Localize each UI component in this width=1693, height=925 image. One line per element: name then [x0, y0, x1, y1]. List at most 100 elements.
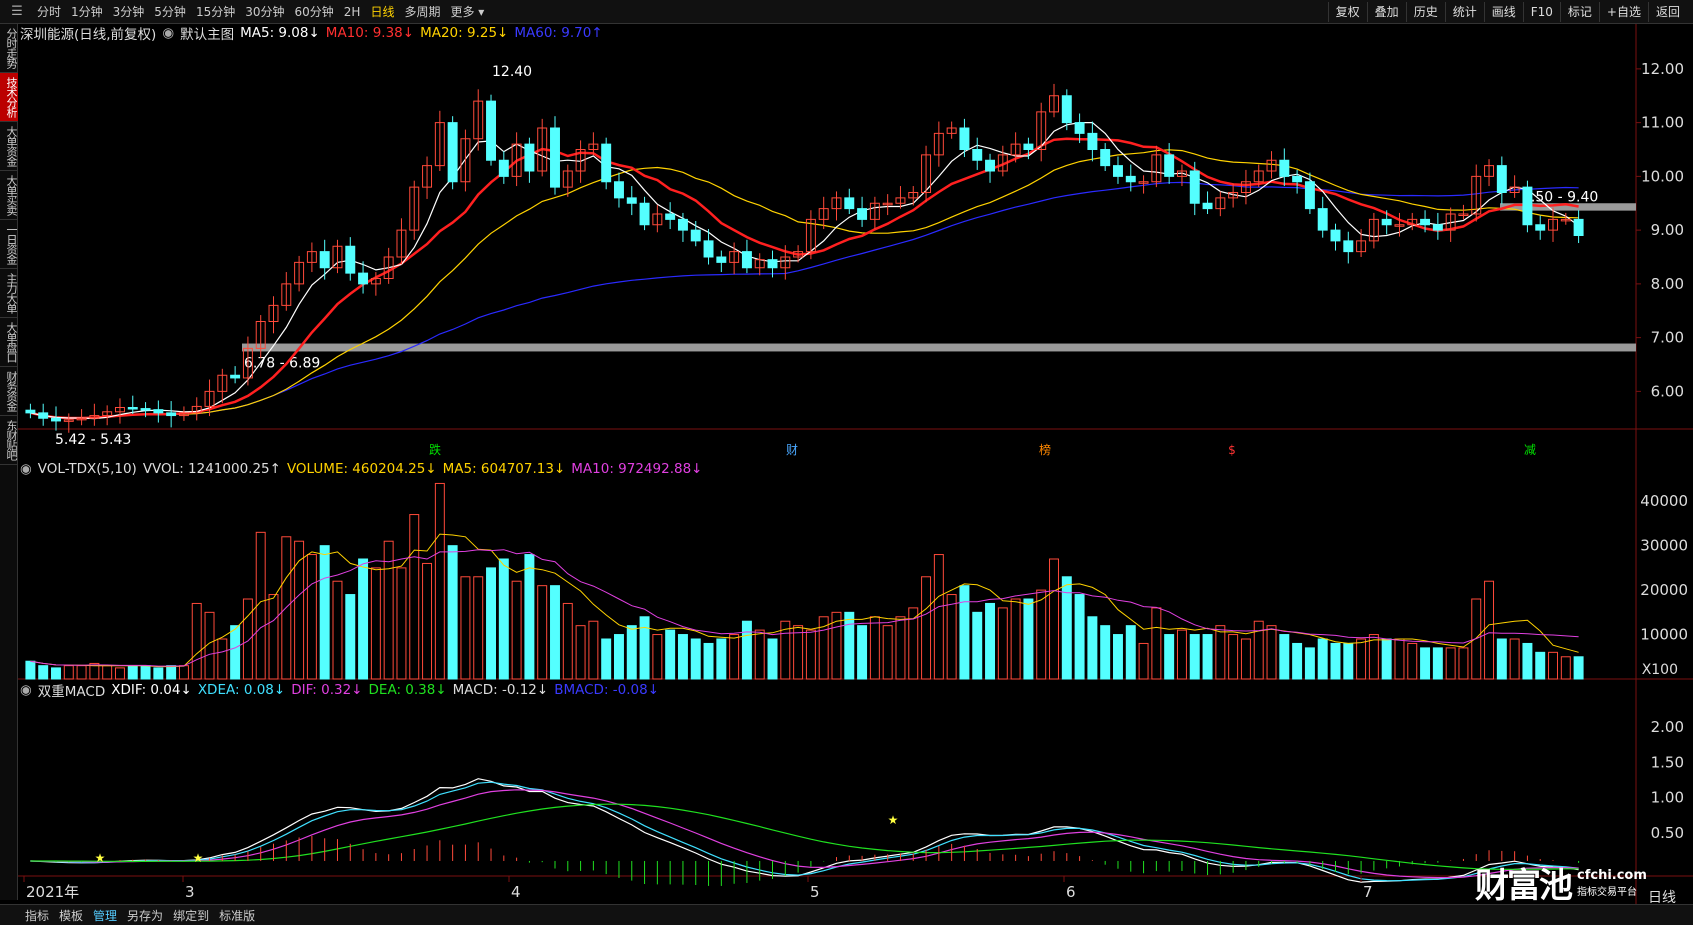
volume-bar [1292, 642, 1303, 680]
template-label[interactable]: 默认主图 [180, 23, 234, 43]
macd-header: ◉ 双重MACD XDIF: 0.04↓ XDEA: 0.08↓ DIF: 0.… [20, 680, 665, 700]
settings-icon[interactable]: ◉ [20, 461, 32, 477]
volume-bar [793, 625, 804, 680]
volume-bar [422, 562, 433, 680]
volume-bar [626, 625, 637, 680]
candle-body [550, 127, 560, 188]
period-tab[interactable]: 60分钟 [290, 1, 339, 23]
price-tick-label: 10.00 [1641, 167, 1684, 185]
low-price-label: 5.42 - 5.43 [55, 432, 131, 448]
period-tab[interactable]: 3分钟 [108, 1, 150, 23]
x-axis-label: 4 [511, 883, 521, 901]
toolbar-button[interactable]: 历史 [1405, 2, 1445, 22]
candle-body [1164, 154, 1175, 177]
bmacd-label: BMACD: -0.08↓ [554, 682, 660, 698]
toolbar-button[interactable]: 返回 [1647, 2, 1687, 22]
period-tab[interactable]: 30分钟 [240, 1, 289, 23]
volume-bar [1573, 656, 1584, 680]
toolbar-button[interactable]: 复权 [1327, 2, 1367, 22]
volume-bar [639, 616, 650, 680]
toolbar-button[interactable]: 画线 [1483, 2, 1523, 22]
price-tick-label: 7.00 [1651, 329, 1684, 347]
volume-bar [1113, 634, 1123, 680]
period-tab[interactable]: 1分钟 [66, 1, 108, 23]
volume-bar [127, 665, 138, 680]
volume-bar [1240, 638, 1251, 680]
volume-bar [460, 576, 471, 680]
volume-bar [550, 585, 560, 680]
stock-title[interactable]: 深圳能源(日线,前复权) [20, 23, 156, 43]
volume-bar [959, 585, 970, 680]
bottom-tab[interactable]: 绑定到 [168, 907, 214, 924]
period-tab[interactable]: 分时 [32, 1, 66, 23]
menu-icon[interactable]: ☰ [8, 3, 26, 21]
volume-bar [1458, 647, 1469, 680]
dea-label: DEA: 0.38↓ [368, 682, 447, 698]
candle-body [1113, 165, 1123, 177]
volume-bar [1176, 629, 1187, 680]
candle-body [1420, 218, 1431, 226]
volume-bar [1100, 625, 1111, 680]
vol-title[interactable]: VOL-TDX(5,10) [38, 461, 137, 477]
volume-bar [1202, 634, 1213, 680]
x-axis-label: 6 [1066, 883, 1076, 901]
candle-body [38, 412, 49, 419]
toolbar-button[interactable]: F10 [1522, 2, 1560, 22]
golden-cross-star: ★ [888, 813, 899, 827]
candle-body [1279, 159, 1290, 177]
toolbar-button[interactable]: +自选 [1598, 2, 1648, 22]
volume-bar [895, 616, 906, 680]
candle-body [677, 218, 688, 231]
volume-bar [1151, 607, 1162, 680]
volume-bar [434, 482, 445, 680]
candle-body [716, 256, 727, 263]
candle-body [1061, 95, 1072, 124]
period-tab[interactable]: 15分钟 [191, 1, 240, 23]
volume-bar [230, 625, 241, 680]
volume-bar [972, 611, 983, 680]
volume-bar [1407, 642, 1418, 680]
candle-body [703, 240, 714, 258]
bottom-tab[interactable]: 另存为 [122, 907, 168, 924]
settings-icon[interactable]: ◉ [20, 682, 32, 698]
volume-bar [537, 585, 548, 680]
bottom-tab[interactable]: 标准版 [214, 907, 260, 924]
bottom-tab[interactable]: 管理 [88, 907, 122, 924]
bottom-tab[interactable]: 模板 [54, 907, 88, 924]
volume-bar [677, 634, 688, 680]
volume-bar [1560, 656, 1571, 680]
toolbar-right-buttons: 复权 叠加 历史 统计 画线 F10 标记 +自选 返回 [1327, 0, 1687, 24]
candle-body [1189, 170, 1200, 204]
macd-tick-label: 1.50 [1651, 753, 1684, 771]
candle-body [51, 417, 61, 422]
bottom-tab[interactable]: 指标 [20, 907, 54, 924]
settings-icon[interactable]: ◉ [162, 25, 174, 41]
toolbar-button[interactable]: 叠加 [1366, 2, 1406, 22]
toolbar-button[interactable]: 标记 [1559, 2, 1599, 22]
watermark-logo: 财富池 cfchi.com 指标交易平台 [1475, 858, 1647, 907]
volume-bar [1330, 642, 1341, 680]
watermark-big: 财富池 [1475, 866, 1573, 906]
event-marker: $ [1228, 443, 1236, 457]
period-tab[interactable]: 多周期 [399, 1, 445, 23]
volume-bar [933, 554, 944, 680]
volume-bar [575, 625, 586, 680]
volume-tick-label: 20000 [1640, 581, 1688, 599]
toolbar-button[interactable]: 统计 [1444, 2, 1484, 22]
volume-bar [997, 607, 1008, 680]
price-tick-label: 6.00 [1651, 382, 1684, 400]
period-tab[interactable]: 更多 ▾ [445, 1, 489, 23]
vol-ma10-label: MA10: 972492.88↓ [571, 461, 703, 477]
period-tab[interactable]: 5分钟 [149, 1, 191, 23]
macd-title[interactable]: 双重MACD [38, 680, 105, 700]
volume-bar [1164, 634, 1175, 680]
ma60-label: MA60: 9.70↑ [514, 25, 603, 41]
period-tab[interactable]: 2H [339, 1, 366, 23]
volume-bar [332, 580, 343, 680]
candle-body [486, 100, 496, 161]
watermark-tagline: 指标交易平台 [1577, 886, 1637, 898]
volume-bar [946, 594, 957, 680]
period-tab[interactable]: 日线 [365, 1, 399, 23]
volume-bar [1228, 634, 1239, 680]
volume-bar [1432, 647, 1443, 680]
